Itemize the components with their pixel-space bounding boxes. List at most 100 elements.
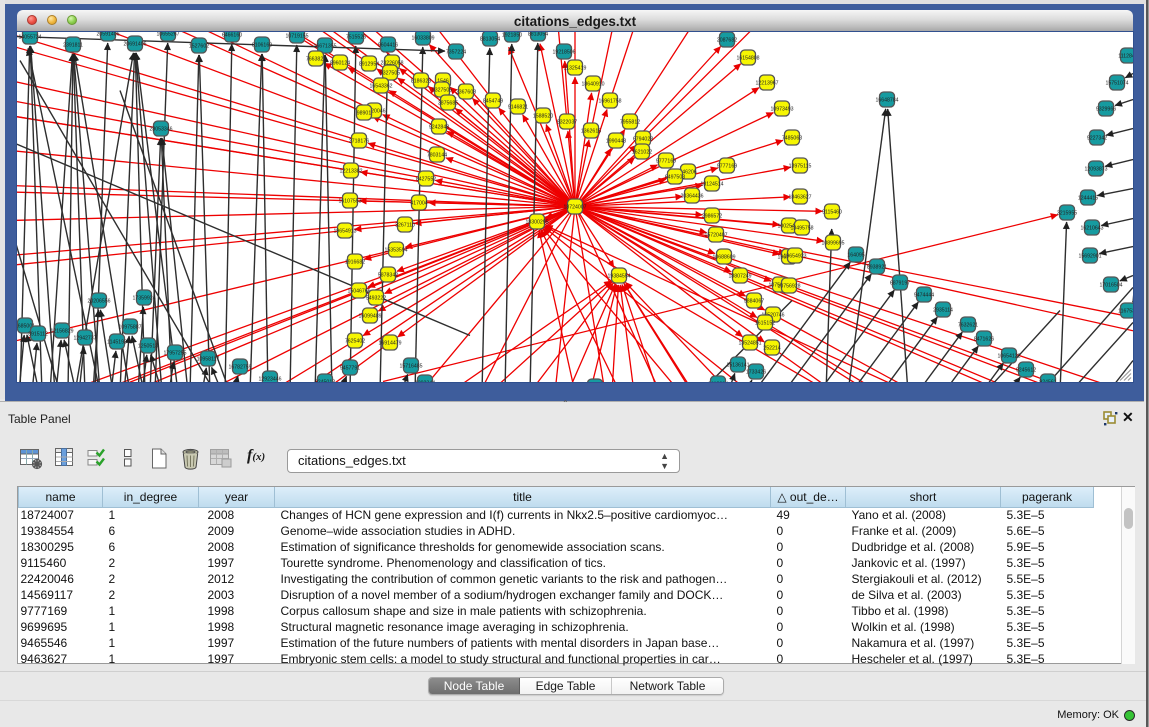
svg-text:417004: 417004 [410,200,427,206]
svg-text:10975887: 10975887 [118,324,141,330]
svg-text:19218506: 19218506 [552,49,575,55]
svg-text:10973493: 10973493 [770,106,793,112]
svg-text:16033809: 16033809 [411,35,434,41]
svg-text:18640910: 18640910 [581,81,604,87]
svg-text:10654122: 10654122 [997,353,1020,359]
svg-text:20206556: 20206556 [87,298,110,304]
svg-text:1167534: 1167534 [1118,308,1133,314]
svg-text:16782759: 16782759 [228,364,251,370]
svg-text:1112841: 1112841 [1118,53,1133,59]
svg-text:5493222: 5493222 [366,295,386,301]
svg-text:16961758: 16961758 [598,98,621,104]
svg-text:13495758: 13495758 [790,225,813,231]
svg-text:12213967: 12213967 [755,80,778,86]
svg-text:924561: 924561 [1039,379,1056,381]
svg-text:252214: 252214 [763,345,780,351]
svg-text:1145193: 1145193 [107,339,127,345]
svg-text:12923446: 12923446 [258,376,281,381]
svg-text:2391811: 2391811 [63,42,83,48]
svg-text:1733426: 1733426 [746,369,766,375]
svg-text:8106160: 8106160 [252,42,272,48]
svg-text:10958117: 10958117 [197,356,220,362]
svg-text:18300295: 18300295 [525,219,548,225]
svg-text:9777169: 9777169 [656,158,676,164]
svg-text:7955812: 7955812 [620,119,640,125]
svg-text:6879197: 6879197 [890,280,910,286]
svg-text:15353594: 15353594 [384,247,407,253]
svg-text:10756928: 10756928 [777,283,800,289]
svg-text:20691406: 20691406 [123,41,146,47]
svg-text:2986572: 2986572 [702,213,722,219]
svg-text:13975115: 13975115 [789,163,812,169]
svg-text:98901: 98901 [357,110,372,116]
svg-text:13524851: 13524851 [738,340,761,346]
svg-text:1990448: 1990448 [606,138,626,144]
svg-text:19654913: 19654913 [333,228,356,234]
svg-text:9474444: 9474444 [914,292,934,298]
svg-text:9146821: 9146821 [508,104,528,110]
svg-text:2087682: 2087682 [717,37,737,43]
svg-text:1244415: 1244415 [1078,195,1098,201]
svg-text:8813054: 8813054 [480,36,500,42]
svg-text:20364436: 20364436 [680,193,703,199]
svg-text:12942737: 12942737 [73,335,96,341]
svg-text:6466160: 6466160 [222,32,242,38]
svg-text:9115460: 9115460 [822,209,842,215]
svg-text:15720407: 15720407 [704,232,727,238]
svg-text:10655267: 10655267 [156,32,179,38]
svg-text:1588520: 1588520 [533,113,553,119]
svg-text:7632621: 7632621 [958,322,978,328]
svg-text:8186323: 8186323 [411,78,431,84]
svg-text:3215955: 3215955 [1057,210,1077,216]
svg-text:28053346: 28053346 [149,126,172,132]
svg-text:16648784: 16648784 [875,97,898,103]
svg-text:1362615: 1362615 [581,128,601,134]
svg-text:1250513: 1250513 [138,343,158,349]
svg-text:10899695: 10899695 [821,240,844,246]
svg-text:8471626: 8471626 [974,336,994,342]
svg-text:14055724: 14055724 [18,34,41,40]
svg-text:12093873: 12093873 [1084,166,1107,172]
svg-text:164095: 164095 [847,252,864,258]
svg-text:16914479: 16914479 [378,340,401,346]
svg-text:17359924: 17359924 [132,295,155,301]
svg-text:15136141: 15136141 [726,362,749,368]
svg-text:9884067: 9884067 [744,298,764,304]
svg-text:1527602: 1527602 [189,43,209,49]
svg-text:10688609: 10688609 [712,254,735,260]
svg-text:15716485: 15716485 [399,363,422,369]
svg-text:18463627: 18463627 [788,194,811,200]
svg-text:16210643: 16210643 [1080,225,1103,231]
svg-text:17016504: 17016504 [1099,282,1122,288]
svg-text:7357224: 7357224 [446,49,466,55]
svg-text:6794028: 6794028 [633,136,653,142]
svg-text:1615152: 1615152 [755,320,775,326]
svg-text:8938921: 8938921 [867,264,887,270]
svg-text:20591406: 20591406 [96,32,119,38]
svg-text:15751074: 15751074 [1105,80,1128,86]
svg-text:12156829: 12156829 [50,328,73,334]
svg-text:18807249: 18807249 [728,273,751,279]
svg-text:1921850: 1921850 [502,32,522,38]
svg-text:19384554: 19384554 [607,273,630,279]
svg-text:16154808: 16154808 [736,55,759,61]
svg-text:9604416: 9604416 [378,42,398,48]
svg-text:16671355: 16671355 [313,43,336,49]
svg-text:11325419: 11325419 [564,65,587,71]
svg-text:8454749: 8454749 [483,98,503,104]
svg-text:8427552: 8427552 [416,176,436,182]
svg-text:9245612: 9245612 [1016,367,1036,373]
svg-text:1292344: 1292344 [415,380,435,381]
svg-text:15046766: 15046766 [347,288,370,294]
svg-text:1621022: 1621022 [632,149,652,155]
svg-text:10719155: 10719155 [285,33,308,39]
svg-text:8960124: 8960124 [330,60,350,66]
svg-text:9457791: 9457791 [340,365,360,371]
svg-text:2367608: 2367608 [456,89,476,95]
svg-text:2718176: 2718176 [349,138,369,144]
svg-text:16107553: 16107553 [338,198,361,204]
svg-text:9777169: 9777169 [717,163,737,169]
svg-text:7485063: 7485063 [782,135,802,141]
svg-text:8322037: 8322037 [557,119,577,125]
svg-text:8813054: 8813054 [528,32,548,38]
